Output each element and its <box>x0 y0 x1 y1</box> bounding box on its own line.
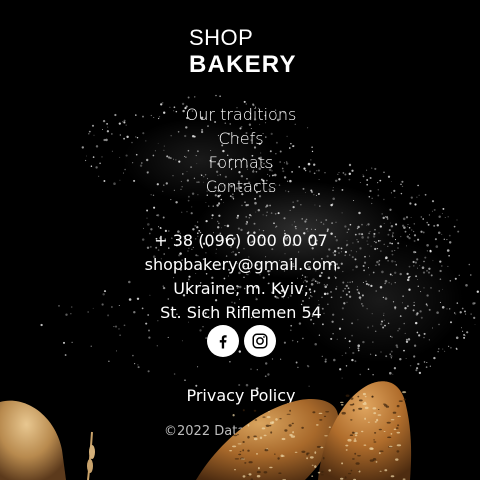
facebook-button[interactable] <box>207 325 239 357</box>
nav-link-formats[interactable]: Formats <box>0 151 480 175</box>
contact-info: + 38 (096) 000 00 07 shopbakery@gmail.co… <box>0 229 480 325</box>
logo-line-bakery: BAKERY <box>189 51 297 78</box>
nav-link-our-traditions[interactable]: Our traditions <box>0 103 480 127</box>
address-line-1: Ukraine, m. Kyiv, <box>173 279 309 298</box>
address-line-2: St. Sich Riflemen 54 <box>160 303 322 322</box>
shop-bakery-logo[interactable]: SHOP BAKERY <box>189 27 297 77</box>
email-link[interactable]: shopbakery@gmail.com <box>0 253 480 277</box>
logo-line-shop: SHOP <box>189 25 254 50</box>
copyright-text: ©2022 Data <box>164 424 246 439</box>
phone-number: + 38 (096) 000 00 07 <box>154 231 328 250</box>
footer-page: SHOP BAKERY Our traditions Chefs Formats… <box>0 0 480 480</box>
social-links <box>207 325 276 357</box>
nav-link-chefs[interactable]: Chefs <box>0 127 480 151</box>
facebook-icon <box>219 335 227 349</box>
instagram-icon <box>252 333 268 349</box>
instagram-button[interactable] <box>244 325 276 357</box>
privacy-policy-link[interactable]: Privacy Policy <box>0 384 480 408</box>
nav-link-contacts[interactable]: Contacts <box>0 175 480 199</box>
footer-nav: Our traditions Chefs Formats Contacts <box>0 103 480 199</box>
